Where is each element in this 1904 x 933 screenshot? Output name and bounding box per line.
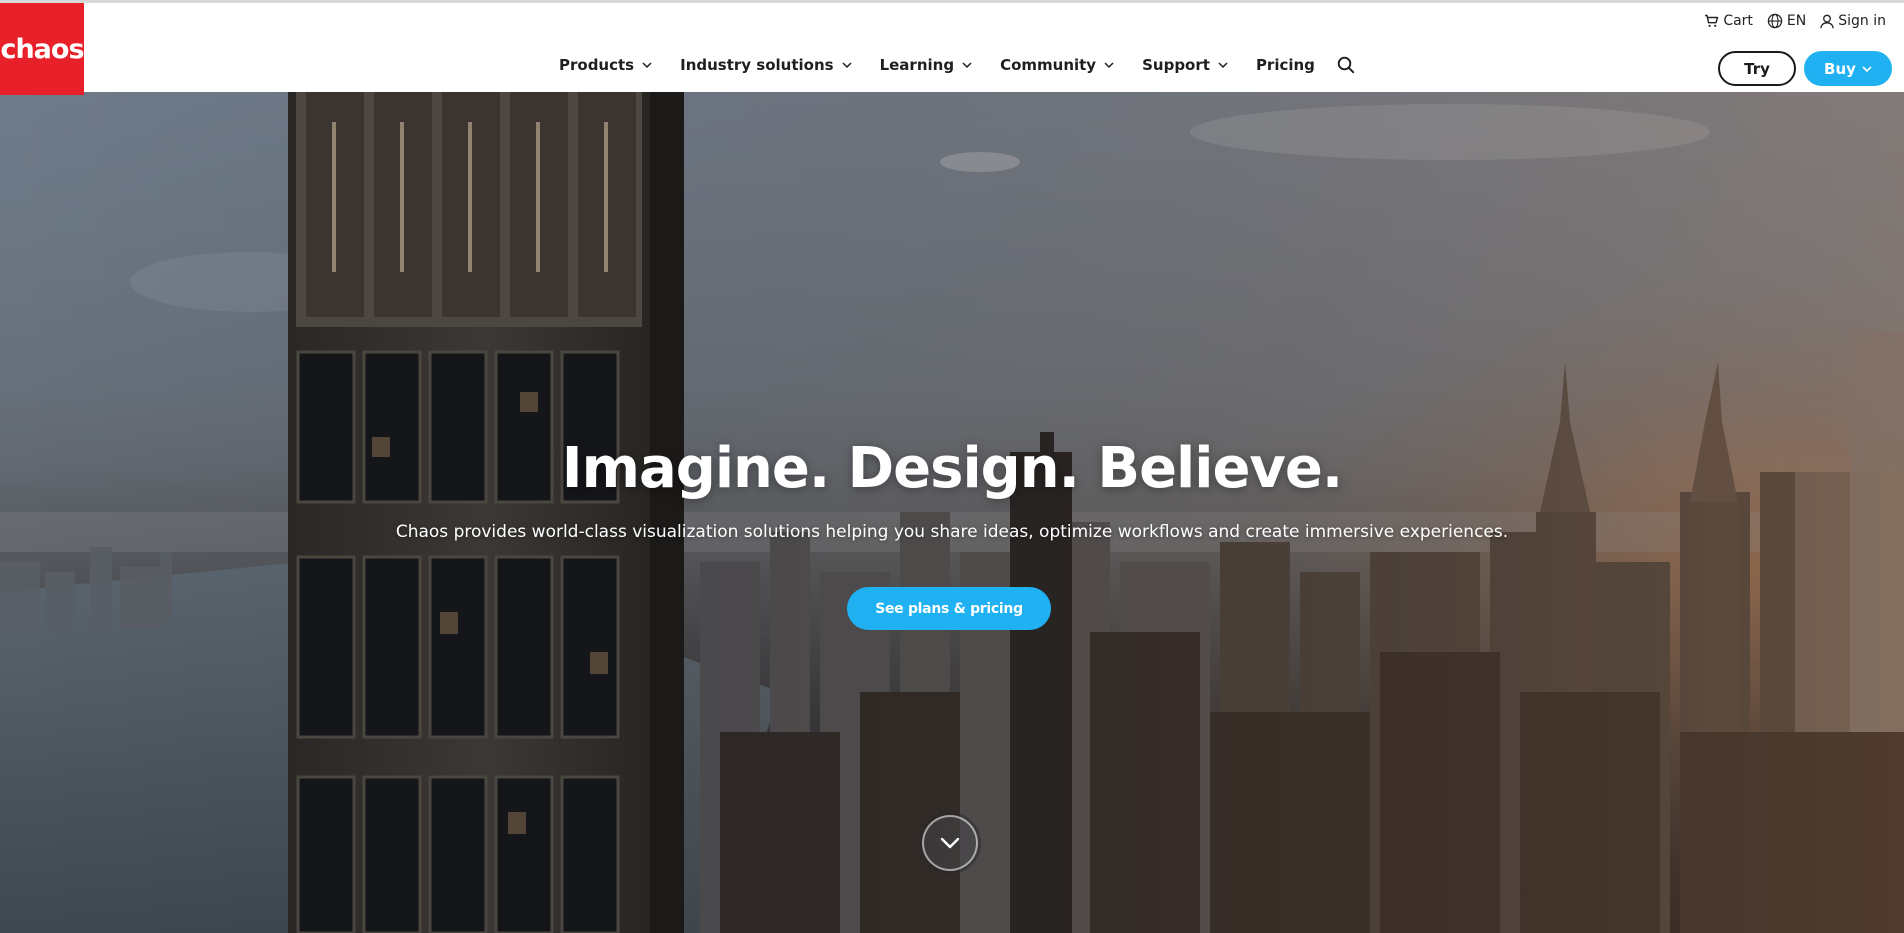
hero-subtitle: Chaos provides world-class visualization… (395, 522, 1509, 542)
chevron-down-icon (1104, 62, 1114, 69)
try-label: Try (1744, 59, 1770, 78)
chevron-down-icon (940, 837, 960, 849)
header-actions: Try Buy (1718, 51, 1892, 86)
nav-learning[interactable]: Learning (880, 56, 973, 74)
site-header: chaos Cart EN Sign in Products Industry … (0, 0, 1904, 95)
main-nav: Products Industry solutions Learning Com… (559, 51, 1355, 79)
globe-icon (1767, 13, 1783, 29)
chevron-down-icon (842, 62, 852, 69)
user-icon (1820, 14, 1834, 29)
buy-label: Buy (1824, 59, 1856, 78)
chaos-logo[interactable]: chaos (0, 3, 85, 95)
search-button[interactable] (1337, 56, 1355, 74)
search-icon (1337, 56, 1355, 74)
chevron-down-icon (1218, 62, 1228, 69)
hero-content: Imagine. Design. Believe. Chaos provides… (0, 92, 1904, 933)
utility-bar: Cart EN Sign in (1704, 13, 1886, 29)
try-button[interactable]: Try (1718, 51, 1796, 86)
nav-label: Pricing (1255, 56, 1315, 74)
scroll-down-button[interactable] (922, 815, 978, 871)
cart-link[interactable]: Cart (1704, 13, 1753, 29)
logo-text: chaos (0, 33, 84, 65)
buy-button[interactable]: Buy (1804, 51, 1892, 86)
nav-products[interactable]: Products (559, 56, 652, 74)
chevron-down-icon (1862, 65, 1872, 72)
cart-icon (1704, 14, 1719, 28)
nav-label: Industry solutions (680, 56, 834, 74)
hero-section: Imagine. Design. Believe. Chaos provides… (0, 92, 1904, 933)
nav-industry-solutions[interactable]: Industry solutions (680, 56, 852, 74)
nav-label: Support (1142, 56, 1210, 74)
nav-pricing[interactable]: Pricing (1256, 56, 1315, 74)
nav-support[interactable]: Support (1142, 56, 1228, 74)
language-selector[interactable]: EN (1767, 13, 1806, 29)
nav-label: Products (559, 56, 635, 74)
cta-label: See plans & pricing (875, 600, 1023, 617)
nav-label: Community (1000, 56, 1097, 74)
nav-community[interactable]: Community (1000, 56, 1114, 74)
hero-title: Imagine. Design. Believe. (561, 436, 1343, 501)
signin-label: Sign in (1838, 13, 1886, 29)
chevron-down-icon (642, 62, 652, 69)
chevron-down-icon (962, 62, 972, 69)
language-label: EN (1786, 13, 1807, 29)
cart-label: Cart (1723, 13, 1753, 29)
see-plans-pricing-button[interactable]: See plans & pricing (847, 587, 1051, 630)
nav-label: Learning (879, 56, 955, 74)
signin-link[interactable]: Sign in (1820, 13, 1886, 29)
